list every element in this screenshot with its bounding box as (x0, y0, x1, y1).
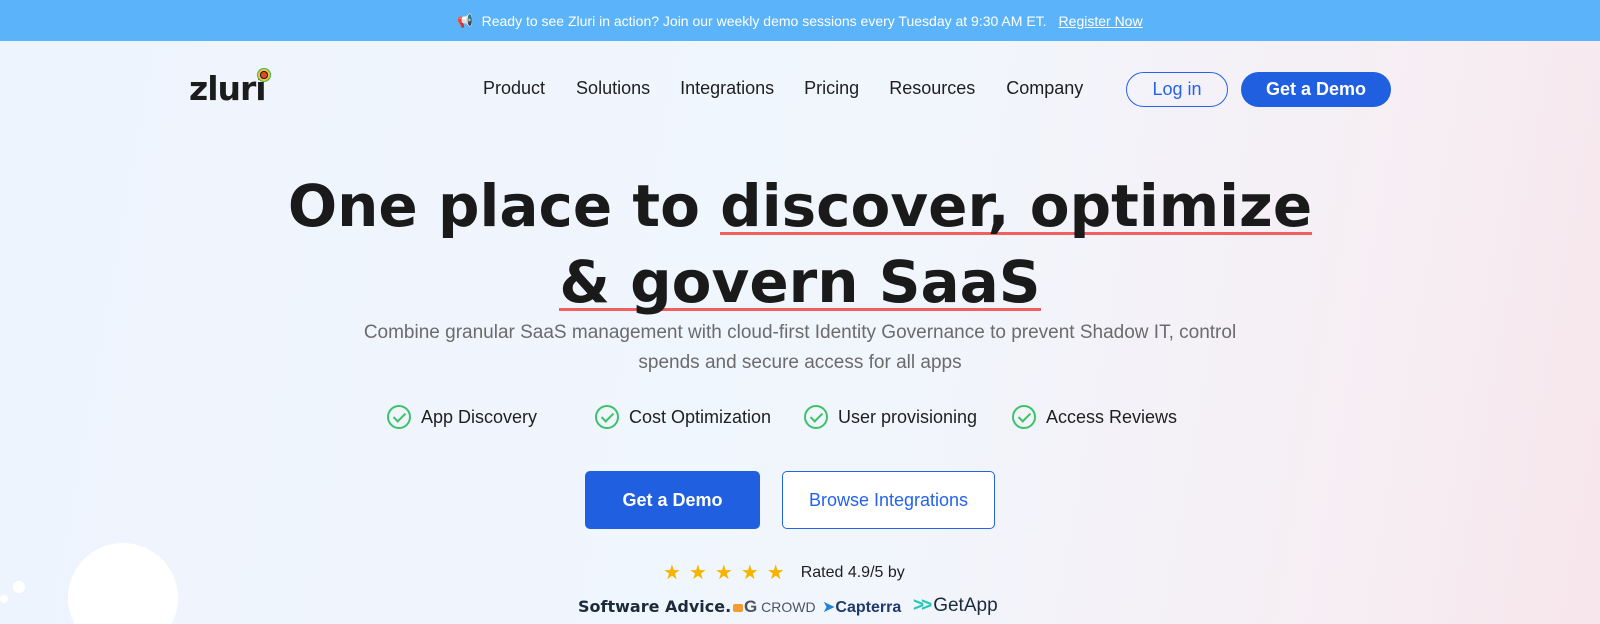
nav-item-solutions[interactable]: Solutions (576, 78, 650, 99)
hero-title-highlight-1: discover, optimize (720, 172, 1313, 240)
g2-icon: G (744, 597, 758, 616)
register-now-link[interactable]: Register Now (1059, 13, 1143, 29)
nav-item-integrations[interactable]: Integrations (680, 78, 774, 99)
software-advice-logo: Software Advice. (578, 597, 744, 616)
decorative-dot (0, 595, 8, 603)
getapp-label: GetApp (933, 595, 998, 616)
nav-menu: Product Solutions Integrations Pricing R… (483, 78, 1083, 99)
hero-title: One place to discover, optimize & govern… (0, 168, 1600, 320)
decorative-dot (13, 581, 25, 593)
feature-list: App Discovery Cost Optimization User pro… (0, 405, 1600, 435)
getapp-logo: >> GetApp (913, 595, 998, 617)
decorative-circle (68, 543, 178, 624)
feature-label: App Discovery (421, 406, 538, 427)
check-circle-icon (804, 405, 828, 429)
check-circle-icon (387, 405, 411, 429)
feature-label: Cost Optimization (629, 406, 772, 427)
hero-get-demo-button[interactable]: Get a Demo (585, 471, 760, 529)
announcement-text: Ready to see Zluri in action? Join our w… (481, 12, 1047, 29)
hero-title-highlight-2: & govern SaaS (559, 248, 1041, 316)
rating-row: ★ ★ ★ ★ ★ Rated 4.9/5 by (663, 560, 905, 585)
star-icon: ★ (663, 562, 681, 584)
capterra-arrow-icon: ➤ (822, 599, 836, 616)
chat-bubble-icon (733, 604, 744, 612)
nav-item-pricing[interactable]: Pricing (804, 78, 859, 99)
capterra-label: Capterra (835, 599, 902, 616)
nav-item-resources[interactable]: Resources (889, 78, 975, 99)
nav-item-product[interactable]: Product (483, 78, 545, 99)
feature-label: User provisioning (838, 406, 978, 427)
star-icon: ★ (688, 562, 707, 584)
g2-crowd-logo: G CROWD (744, 597, 816, 617)
hero-title-plain: One place to (287, 172, 721, 240)
hero-subtitle: Combine granular SaaS management with cl… (363, 322, 1237, 373)
check-circle-icon (595, 405, 619, 429)
software-advice-label: Software Advice. (578, 597, 732, 616)
getapp-chevron-icon: >> (913, 595, 932, 616)
feature-label: Access Reviews (1046, 406, 1178, 427)
login-button[interactable]: Log in (1126, 72, 1228, 107)
nav-get-demo-button[interactable]: Get a Demo (1241, 72, 1391, 107)
star-icon: ★ (740, 562, 759, 584)
announcement-bar: 📢 Ready to see Zluri in action? Join our… (0, 0, 1600, 41)
star-icon: ★ (714, 562, 733, 584)
logo-text: zluri (189, 69, 267, 108)
feature-item: App Discovery (387, 405, 537, 429)
feature-item: Access Reviews (1012, 405, 1177, 429)
browse-integrations-button[interactable]: Browse Integrations (782, 471, 995, 529)
nav-item-company[interactable]: Company (1006, 78, 1083, 99)
capterra-logo: ➤Capterra (822, 597, 901, 617)
feature-item: User provisioning (804, 405, 977, 429)
g2-crowd-label: CROWD (761, 599, 816, 615)
rating-text: Rated 4.9/5 by (800, 563, 905, 581)
main-nav: zluri Product Solutions Integrations Pri… (0, 41, 1600, 137)
zluri-logo[interactable]: zluri (189, 68, 271, 108)
logo-dot-icon (256, 68, 271, 82)
check-circle-icon (1012, 405, 1036, 429)
megaphone-icon: 📢 (457, 12, 474, 28)
star-icon: ★ (766, 562, 785, 584)
feature-item: Cost Optimization (595, 405, 771, 429)
